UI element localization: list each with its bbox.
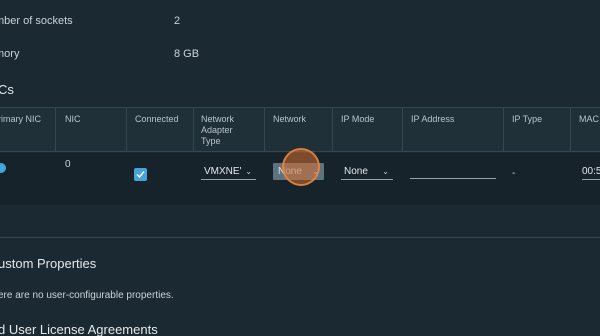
primary-nic-radio[interactable] bbox=[0, 163, 6, 173]
custom-properties-title: ustom Properties bbox=[0, 256, 97, 271]
ip-mode-value: None bbox=[344, 166, 368, 177]
mac-address-field[interactable]: 00:5 bbox=[582, 163, 600, 180]
prop-value: 8 GB bbox=[174, 48, 200, 60]
header-ip-type: IP Type bbox=[512, 114, 543, 124]
prop-label: mber of sockets bbox=[0, 15, 73, 27]
header-network: Network bbox=[273, 114, 307, 124]
table-header: rimary NIC NIC Connected Network Adapter… bbox=[0, 108, 600, 152]
mac-value: 00:5 bbox=[582, 166, 600, 177]
chevron-down-icon: ⌄ bbox=[382, 167, 389, 176]
adapter-type-select[interactable]: VMXNE' ⌄ bbox=[201, 163, 256, 180]
connected-checkbox[interactable] bbox=[134, 168, 147, 181]
ip-address-input[interactable] bbox=[410, 178, 496, 179]
header-connected: Connected bbox=[135, 114, 179, 124]
prop-label: mory bbox=[0, 48, 20, 60]
header-ip-mode: IP Mode bbox=[341, 114, 375, 124]
custom-properties-note: ere are no user-configurable properties. bbox=[0, 290, 174, 301]
checkmark-icon bbox=[136, 171, 145, 179]
ip-mode-select[interactable]: None ⌄ bbox=[341, 163, 393, 180]
adapter-type-value: VMXNE' bbox=[204, 166, 242, 177]
header-nic: NIC bbox=[65, 114, 81, 124]
click-indicator bbox=[282, 148, 320, 186]
header-mac: MAC bbox=[579, 114, 599, 124]
eula-title: d User License Agreements bbox=[0, 322, 158, 336]
prop-value: 2 bbox=[174, 15, 181, 27]
chevron-down-icon: ⌄ bbox=[245, 167, 252, 176]
ip-type-value: - bbox=[512, 168, 516, 179]
header-adapter-type: Network Adapter Type bbox=[201, 114, 235, 146]
nic-number: 0 bbox=[65, 159, 71, 170]
header-primary-nic: rimary NIC bbox=[0, 114, 41, 124]
nics-section-title: Cs bbox=[0, 82, 14, 97]
header-ip-address: IP Address bbox=[411, 114, 455, 124]
section-divider bbox=[0, 237, 600, 238]
